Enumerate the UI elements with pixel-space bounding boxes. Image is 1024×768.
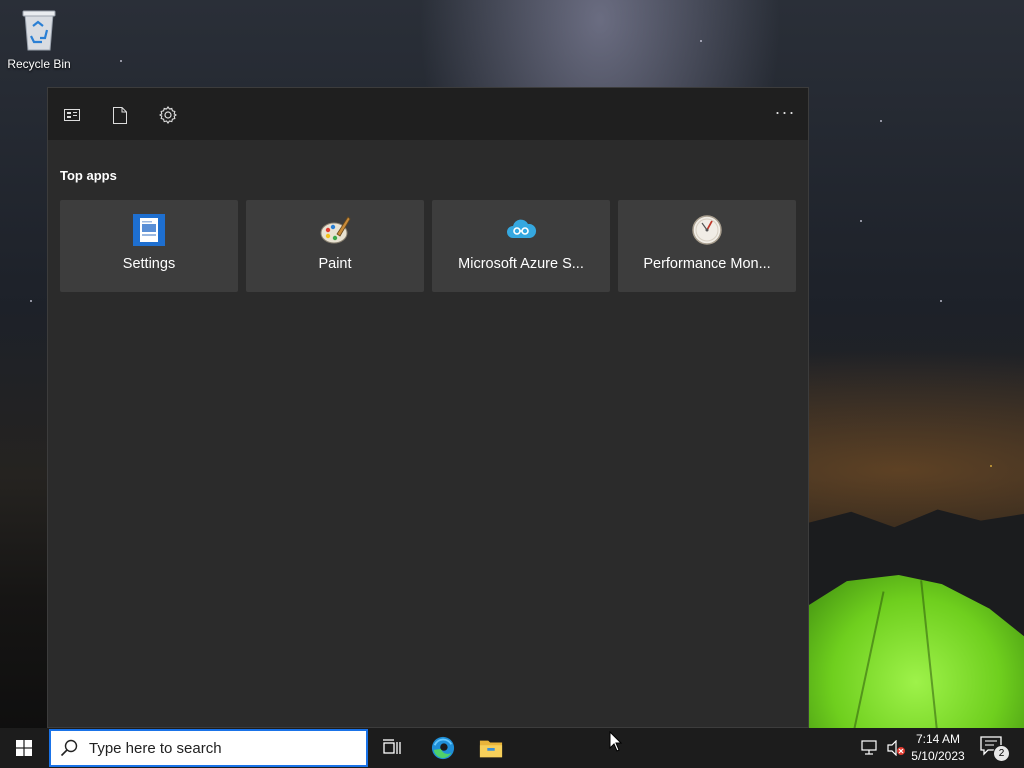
app-tile-paint[interactable]: Paint: [246, 200, 424, 292]
star: [880, 120, 882, 122]
star: [860, 220, 862, 222]
performance-gauge-icon: [692, 215, 722, 245]
taskbar: 7:14 AM 5/10/2023 2: [0, 728, 1024, 768]
app-tile-performance-monitor[interactable]: Performance Mon...: [618, 200, 796, 292]
azure-cloud-icon: [507, 219, 537, 238]
clock-time: 7:14 AM: [915, 732, 961, 746]
clock-date: 5/10/2023: [911, 749, 965, 763]
task-view-button[interactable]: [380, 736, 404, 760]
star: [940, 300, 942, 302]
recycle-bin-shortcut[interactable]: Recycle Bin: [6, 6, 72, 71]
apps-icon: [64, 109, 80, 121]
recycle-bin-label: Recycle Bin: [7, 57, 71, 71]
file-explorer-icon: [479, 740, 503, 758]
taskbar-search-box[interactable]: [49, 729, 368, 767]
gear-icon: [159, 106, 177, 124]
more-options-button[interactable]: ···: [774, 101, 796, 123]
app-tile-settings[interactable]: Settings: [60, 200, 238, 292]
paint-palette-icon: [320, 216, 351, 244]
star: [120, 60, 122, 62]
mouse-cursor-icon: [609, 731, 623, 752]
document-icon: [113, 106, 127, 124]
star: [700, 40, 702, 42]
search-icon: [60, 739, 78, 757]
app-tile-azure-storage[interactable]: Microsoft Azure S...: [432, 200, 610, 292]
apps-view-button[interactable]: [61, 104, 83, 126]
star: [30, 300, 32, 302]
network-tray-button[interactable]: [861, 740, 879, 761]
start-button[interactable]: [0, 728, 48, 768]
app-tile-label: Performance Mon...: [643, 256, 771, 272]
network-icon: [861, 740, 877, 755]
recycle-bin-icon: [22, 10, 56, 51]
file-explorer-taskbar-button[interactable]: [479, 736, 503, 760]
search-input[interactable]: [89, 739, 349, 757]
section-title: Top apps: [60, 168, 117, 183]
task-view-icon: [383, 739, 401, 754]
taskbar-clock[interactable]: 7:14 AM 5/10/2023: [906, 731, 970, 765]
notification-count-badge: 2: [993, 745, 1010, 762]
volume-muted-icon: [887, 739, 905, 757]
volume-tray-button[interactable]: [886, 739, 906, 761]
settings-app-icon: [133, 214, 165, 246]
app-tile-label: Paint: [318, 256, 352, 272]
edge-taskbar-button[interactable]: [431, 736, 455, 760]
windows-logo-icon: [16, 740, 32, 756]
panel-header: ···: [48, 88, 808, 140]
action-center-button[interactable]: 2: [980, 736, 1010, 762]
app-tile-label: Microsoft Azure S...: [458, 256, 584, 272]
documents-button[interactable]: [109, 104, 131, 126]
app-tile-label: Settings: [122, 256, 176, 272]
edge-icon: [431, 736, 455, 760]
search-start-panel: ··· Top apps Settings Paint Microsoft Az…: [47, 87, 809, 728]
star: [990, 465, 992, 467]
settings-button[interactable]: [157, 104, 179, 126]
